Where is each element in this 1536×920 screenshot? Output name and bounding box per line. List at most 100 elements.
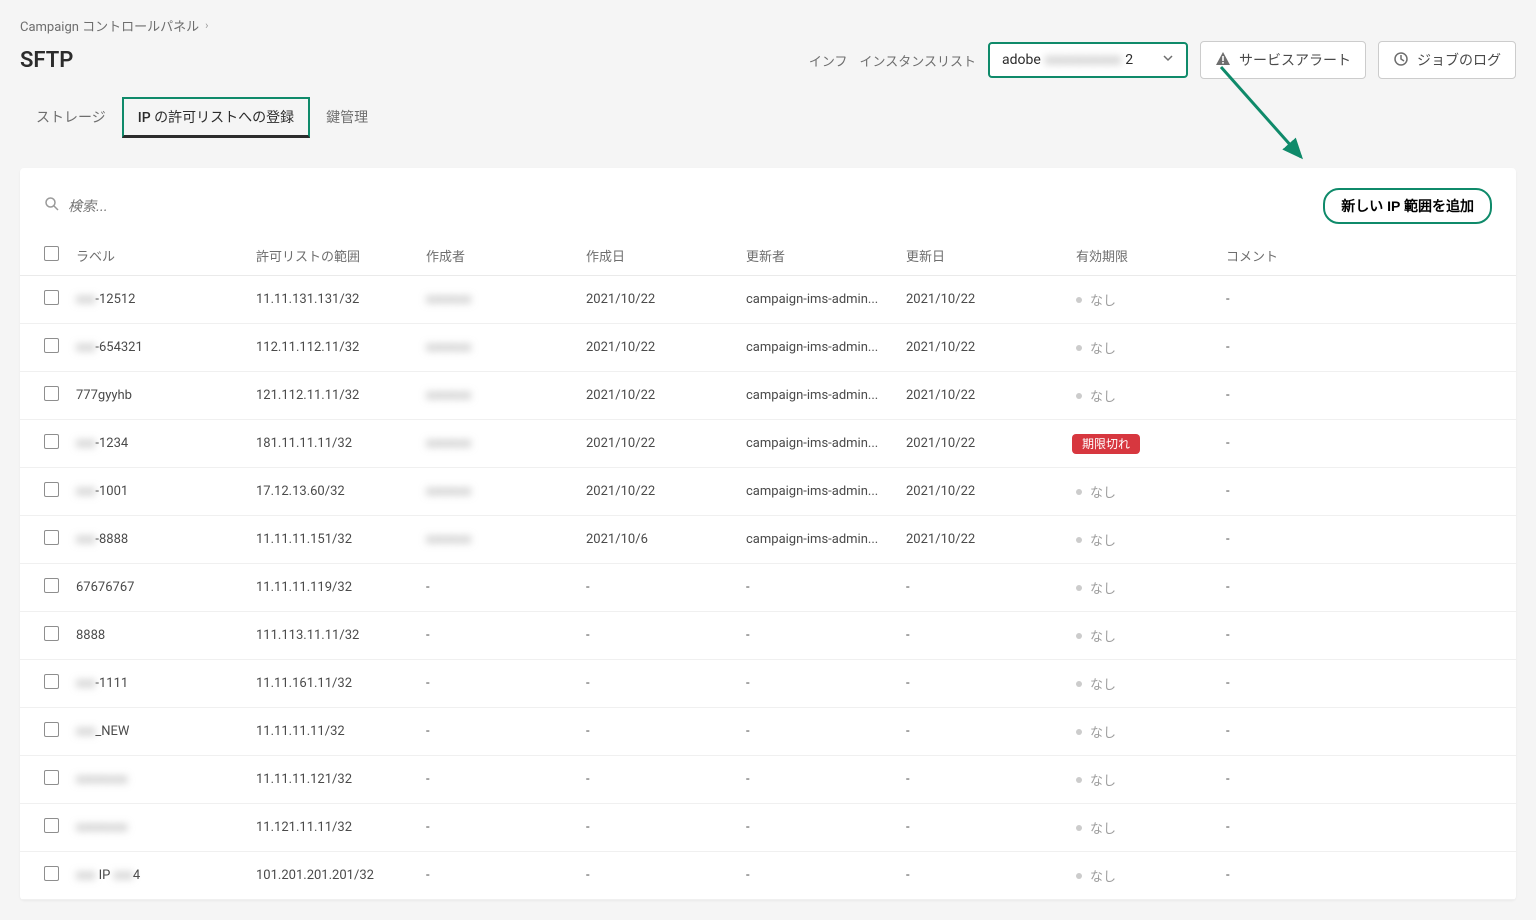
- instance-prefix: インフ: [809, 51, 848, 70]
- row-checkbox[interactable]: [44, 770, 59, 785]
- cell-comment: -: [1218, 756, 1516, 804]
- cell-updater: -: [738, 708, 898, 756]
- breadcrumb[interactable]: Campaign コントロールパネル ›: [20, 16, 1516, 35]
- cell-creator: -: [418, 804, 578, 852]
- instance-value-post: 2: [1125, 52, 1133, 68]
- table-row[interactable]: xxx-100117.12.13.60/32xxxxxxx2021/10/22c…: [20, 468, 1516, 516]
- chevron-down-icon: [1162, 52, 1174, 68]
- table-row[interactable]: xxx-1234181.11.11.11/32xxxxxxx2021/10/22…: [20, 420, 1516, 468]
- cell-created: -: [578, 660, 738, 708]
- cell-expiry: 期限切れ: [1068, 420, 1218, 468]
- col-expiry[interactable]: 有効期限: [1068, 236, 1218, 276]
- cell-updated: 2021/10/22: [898, 372, 1068, 420]
- cell-created: -: [578, 804, 738, 852]
- tab-key-mgmt[interactable]: 鍵管理: [310, 97, 384, 138]
- row-checkbox[interactable]: [44, 530, 59, 545]
- cell-expiry: なし: [1068, 564, 1218, 612]
- cell-label: xxx_NEW: [68, 708, 248, 756]
- row-checkbox[interactable]: [44, 626, 59, 641]
- cell-created: 2021/10/22: [578, 468, 738, 516]
- col-label[interactable]: ラベル: [68, 236, 248, 276]
- cell-label: xxx-8888: [68, 516, 248, 564]
- cell-updated: -: [898, 852, 1068, 900]
- table-row[interactable]: xxx-1251211.11.131.131/32xxxxxxx2021/10/…: [20, 276, 1516, 324]
- cell-expiry: なし: [1068, 852, 1218, 900]
- row-checkbox[interactable]: [44, 674, 59, 689]
- cell-range: 17.12.13.60/32: [248, 468, 418, 516]
- instance-select[interactable]: adobexxxxxxxxxxx2: [988, 42, 1188, 78]
- cell-label: xxxxxxxx: [68, 804, 248, 852]
- tabs: ストレージ IP の許可リストへの登録 鍵管理: [20, 97, 1516, 138]
- row-checkbox[interactable]: [44, 482, 59, 497]
- table-row[interactable]: xxx-888811.11.11.151/32xxxxxxx2021/10/6c…: [20, 516, 1516, 564]
- col-created[interactable]: 作成日: [578, 236, 738, 276]
- table-row[interactable]: xxxxxxxx11.121.11.11/32----なし-: [20, 804, 1516, 852]
- row-checkbox[interactable]: [44, 578, 59, 593]
- cell-creator: -: [418, 660, 578, 708]
- service-alert-button[interactable]: サービスアラート: [1200, 41, 1366, 79]
- cell-label: 777gyyhb: [68, 372, 248, 420]
- cell-label: xxx-1111: [68, 660, 248, 708]
- checkbox-all[interactable]: [44, 246, 59, 261]
- cell-range: 112.11.112.11/32: [248, 324, 418, 372]
- cell-updater: campaign-ims-admin...: [738, 468, 898, 516]
- row-checkbox[interactable]: [44, 722, 59, 737]
- cell-range: 11.11.161.11/32: [248, 660, 418, 708]
- cell-created: 2021/10/22: [578, 372, 738, 420]
- table-row[interactable]: xxx-111111.11.161.11/32----なし-: [20, 660, 1516, 708]
- chevron-right-icon: ›: [205, 19, 208, 32]
- search-input[interactable]: [68, 198, 268, 214]
- cell-label: 67676767: [68, 564, 248, 612]
- col-updated[interactable]: 更新日: [898, 236, 1068, 276]
- cell-comment: -: [1218, 564, 1516, 612]
- cell-expiry: なし: [1068, 324, 1218, 372]
- tab-ip-allow[interactable]: IP の許可リストへの登録: [122, 97, 310, 138]
- cell-range: 121.112.11.11/32: [248, 372, 418, 420]
- col-updater[interactable]: 更新者: [738, 236, 898, 276]
- cell-created: 2021/10/22: [578, 420, 738, 468]
- cell-comment: -: [1218, 324, 1516, 372]
- cell-updated: -: [898, 804, 1068, 852]
- page-title: SFTP: [20, 48, 73, 73]
- cell-creator: xxxxxxx: [418, 372, 578, 420]
- table-row[interactable]: 6767676711.11.11.119/32----なし-: [20, 564, 1516, 612]
- row-checkbox[interactable]: [44, 338, 59, 353]
- cell-label: xxx-12512: [68, 276, 248, 324]
- cell-creator: -: [418, 708, 578, 756]
- col-comment[interactable]: コメント: [1218, 236, 1516, 276]
- job-log-button[interactable]: ジョブのログ: [1378, 41, 1516, 79]
- cell-range: 11.11.11.119/32: [248, 564, 418, 612]
- table-row[interactable]: xxx IP xxx4101.201.201.201/32----なし-: [20, 852, 1516, 900]
- instance-value-pre: adobe: [1002, 52, 1041, 68]
- cell-range: 11.11.11.151/32: [248, 516, 418, 564]
- cell-expiry: なし: [1068, 708, 1218, 756]
- row-checkbox[interactable]: [44, 818, 59, 833]
- col-range[interactable]: 許可リストの範囲: [248, 236, 418, 276]
- cell-comment: -: [1218, 468, 1516, 516]
- search-box[interactable]: [44, 196, 268, 216]
- breadcrumb-parent[interactable]: Campaign コントロールパネル: [20, 16, 199, 35]
- add-ip-range-button[interactable]: 新しい IP 範囲を追加: [1323, 188, 1492, 224]
- cell-expiry: なし: [1068, 756, 1218, 804]
- cell-creator: -: [418, 612, 578, 660]
- table-row[interactable]: xxxxxxxx11.11.11.121/32----なし-: [20, 756, 1516, 804]
- cell-created: 2021/10/6: [578, 516, 738, 564]
- cell-updater: campaign-ims-admin...: [738, 276, 898, 324]
- row-checkbox[interactable]: [44, 866, 59, 881]
- job-log-label: ジョブのログ: [1417, 50, 1501, 70]
- cell-updated: 2021/10/22: [898, 420, 1068, 468]
- col-creator[interactable]: 作成者: [418, 236, 578, 276]
- cell-range: 111.113.11.11/32: [248, 612, 418, 660]
- row-checkbox[interactable]: [44, 434, 59, 449]
- cell-updated: 2021/10/22: [898, 468, 1068, 516]
- table-row[interactable]: 8888111.113.11.11/32----なし-: [20, 612, 1516, 660]
- table-row[interactable]: xxx_NEW11.11.11.11/32----なし-: [20, 708, 1516, 756]
- tab-storage[interactable]: ストレージ: [20, 97, 122, 138]
- table-row[interactable]: xxx-654321112.11.112.11/32xxxxxxx2021/10…: [20, 324, 1516, 372]
- row-checkbox[interactable]: [44, 290, 59, 305]
- row-checkbox[interactable]: [44, 386, 59, 401]
- table-row[interactable]: 777gyyhb121.112.11.11/32xxxxxxx2021/10/2…: [20, 372, 1516, 420]
- cell-label: xxx-1234: [68, 420, 248, 468]
- cell-comment: -: [1218, 660, 1516, 708]
- cell-creator: xxxxxxx: [418, 324, 578, 372]
